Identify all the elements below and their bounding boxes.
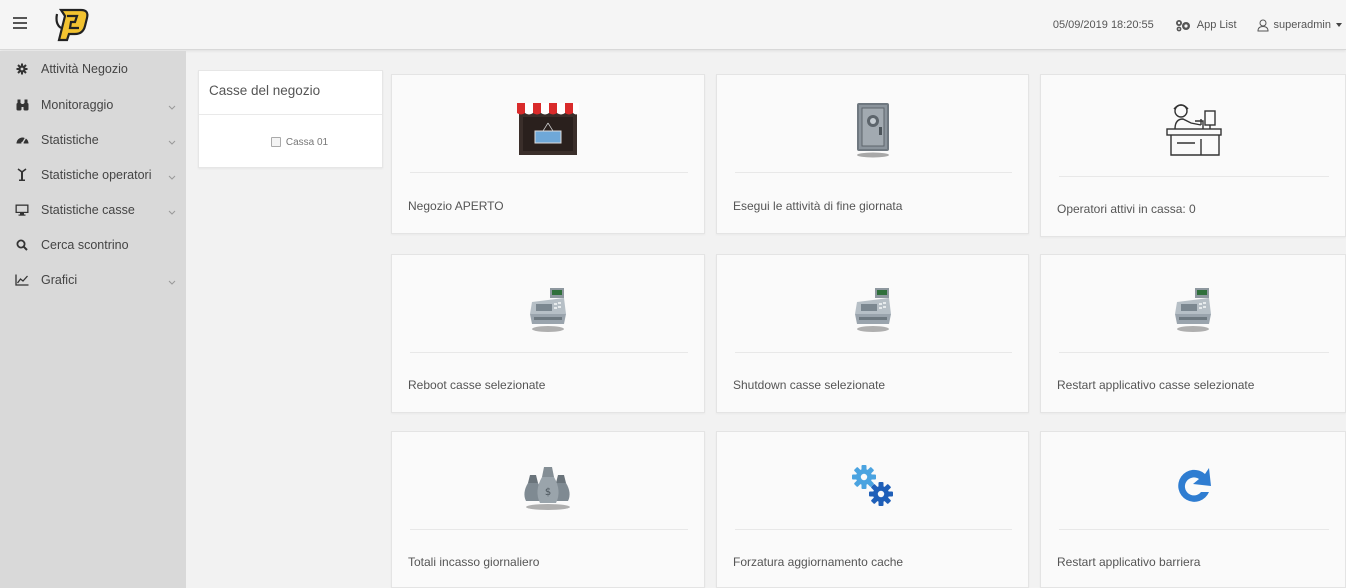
monitor-icon (15, 203, 29, 217)
sidebar: Attività Negozio Monitoraggio Statistich… (0, 51, 186, 588)
cash-register-icon (1041, 269, 1345, 349)
cash-register-icon (717, 269, 1028, 349)
sidebar-item-grafici[interactable]: Grafici (0, 262, 186, 297)
chevron-down-icon (168, 205, 176, 215)
sidebar-item-statistiche-operatori[interactable]: Statistiche operatori (0, 157, 186, 192)
card-label: Restart applicativo casse selezionate (1057, 378, 1255, 392)
top-bar: 05/09/2019 18:20:55 App List superadmin (0, 0, 1346, 50)
sidebar-item-label: Statistiche operatori (41, 167, 152, 182)
shop-open-icon (392, 89, 704, 169)
casse-panel: Casse del negozio Cassa 01 (198, 70, 383, 168)
card-negozio-aperto[interactable]: Negozio APERTO (391, 74, 705, 234)
gears-icon (717, 446, 1028, 526)
chevron-down-icon (168, 135, 176, 145)
card-restart-casse[interactable]: Restart applicativo casse selezionate (1040, 254, 1346, 413)
sidebar-item-label: Statistiche (41, 132, 99, 147)
card-label: Negozio APERTO (408, 199, 504, 213)
hamburger-menu-icon[interactable] (13, 17, 27, 29)
search-icon (15, 238, 29, 252)
card-label: Shutdown casse selezionate (733, 378, 886, 392)
cassa-label: Cassa 01 (285, 136, 329, 148)
chevron-down-icon (168, 170, 176, 180)
cassa-checkbox[interactable] (270, 137, 281, 147)
app-list-link[interactable]: App List (1174, 19, 1237, 32)
sidebar-item-monitoraggio[interactable]: Monitoraggio (0, 87, 186, 122)
user-icon (1257, 19, 1269, 32)
cashier-operator-icon (1041, 89, 1345, 169)
sidebar-item-attivita-negozio[interactable]: Attività Negozio (0, 51, 186, 87)
tachometer-icon (15, 133, 29, 147)
chevron-down-icon (168, 100, 176, 110)
svg-text:$: $ (545, 487, 551, 498)
sidebar-item-label: Cerca scontrino (41, 237, 129, 252)
card-aggiornamento-cache[interactable]: Forzatura aggiornamento cache (716, 431, 1029, 588)
caret-down-icon (1336, 22, 1342, 28)
sidebar-item-label: Grafici (41, 272, 78, 287)
operator-icon (15, 168, 29, 182)
casse-panel-title: Casse del negozio (199, 71, 382, 115)
app-logo[interactable] (51, 6, 93, 42)
card-label: Restart applicativo barriera (1057, 555, 1201, 569)
card-label: Reboot casse selezionate (408, 378, 546, 392)
cash-register-icon (392, 269, 704, 349)
card-label: Esegui le attività di fine giornata (733, 199, 903, 213)
safe-icon (717, 89, 1028, 169)
sidebar-item-statistiche-casse[interactable]: Statistiche casse (0, 192, 186, 227)
app-list-icon (1174, 19, 1192, 32)
card-totali-incasso[interactable]: $ Totali incasso giornaliero (391, 431, 705, 588)
cassa-item[interactable]: Cassa 01 (199, 115, 382, 169)
card-restart-barriera[interactable]: Restart applicativo barriera (1040, 431, 1346, 588)
chevron-down-icon (168, 275, 176, 285)
card-operatori-attivi[interactable]: Operatori attivi in cassa: 0 (1040, 74, 1346, 237)
line-chart-icon (15, 273, 29, 287)
card-shutdown-casse[interactable]: Shutdown casse selezionate (716, 254, 1029, 413)
card-fine-giornata[interactable]: Esegui le attività di fine giornata (716, 74, 1029, 234)
sidebar-item-statistiche[interactable]: Statistiche (0, 122, 186, 157)
user-menu[interactable]: superadmin (1257, 19, 1342, 32)
card-label: Forzatura aggiornamento cache (733, 555, 904, 569)
sidebar-item-cerca-scontrino[interactable]: Cerca scontrino (0, 227, 186, 262)
card-label: Operatori attivi in cassa: 0 (1057, 202, 1196, 216)
refresh-icon (1041, 446, 1345, 526)
sidebar-item-label: Statistiche casse (41, 202, 135, 217)
card-label: Totali incasso giornaliero (408, 555, 540, 569)
gear-icon (15, 62, 29, 76)
card-reboot-casse[interactable]: Reboot casse selezionate (391, 254, 705, 413)
binoculars-icon (15, 98, 29, 112)
sidebar-item-label: Attività Negozio (41, 62, 128, 76)
sidebar-item-label: Monitoraggio (41, 97, 114, 112)
datetime-display: 05/09/2019 18:20:55 (1052, 19, 1154, 31)
money-bags-icon: $ (392, 446, 704, 526)
